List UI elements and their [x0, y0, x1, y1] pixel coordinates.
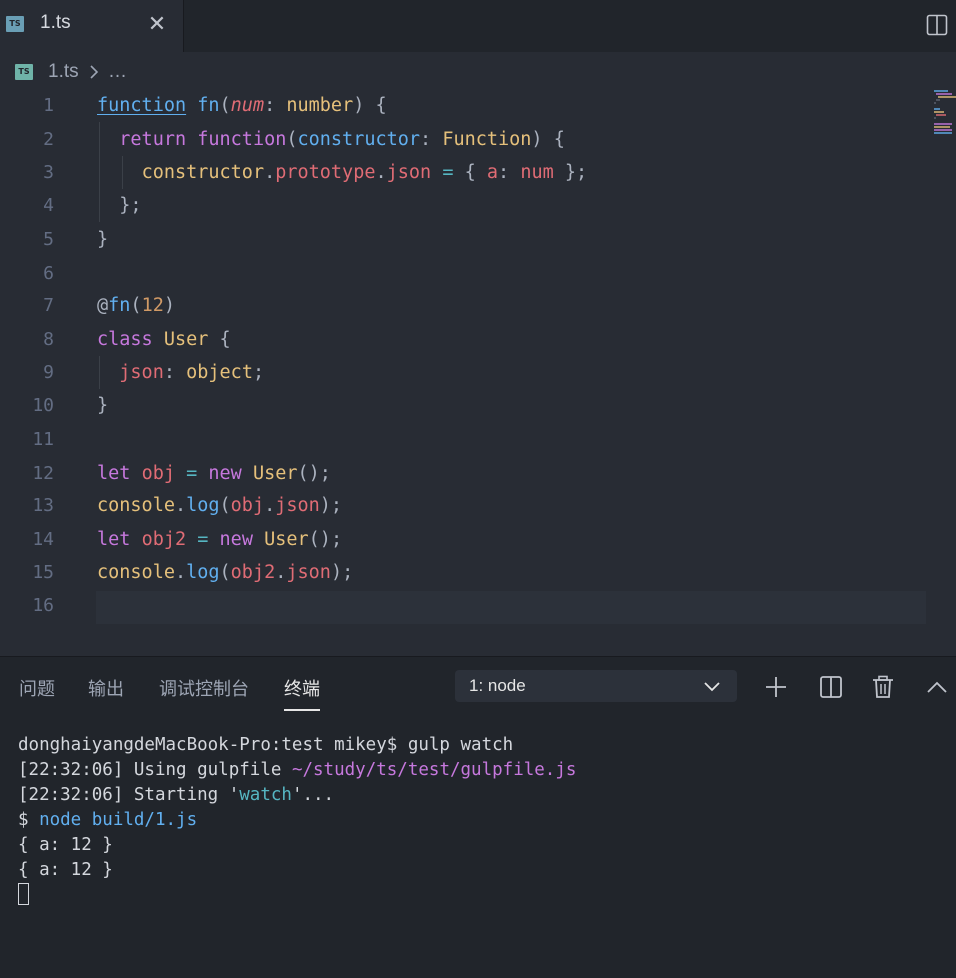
code-line: console.log(obj.json);: [97, 495, 343, 516]
code-text-area[interactable]: function fn(num: number) { return functi…: [97, 88, 927, 656]
code-line: json: object;: [119, 362, 265, 383]
breadcrumb-file[interactable]: 1.ts: [48, 61, 79, 83]
code-line: };: [97, 195, 142, 216]
add-terminal-icon[interactable]: [763, 674, 789, 700]
terminal-line: donghaiyangdeMacBook-Pro:test mikey$ gul…: [18, 735, 514, 755]
line-number: 7: [43, 295, 54, 316]
typescript-file-icon: TS: [15, 64, 33, 80]
terminal-line: { a: 12 }: [18, 835, 113, 855]
line-number: 8: [43, 329, 54, 350]
trash-icon[interactable]: [870, 674, 896, 700]
bottom-panel: 问题 输出 调试控制台 终端 1: node donghaiyangdeMacB…: [0, 656, 956, 978]
editor-tab-1ts[interactable]: TS 1.ts ✕: [0, 0, 184, 52]
code-line: console.log(obj2.json);: [97, 562, 354, 583]
line-number: 12: [32, 463, 54, 484]
code-line: }: [97, 395, 109, 416]
line-number: 11: [32, 429, 54, 450]
split-terminal-icon[interactable]: [818, 674, 844, 700]
editor-tab-bar: TS 1.ts ✕: [0, 0, 956, 52]
minimap[interactable]: [932, 90, 956, 150]
code-line: let obj = new User();: [97, 463, 331, 484]
breadcrumb-more[interactable]: …: [108, 61, 127, 83]
breadcrumb: TS 1.ts …: [0, 52, 956, 92]
chevron-right-icon: [90, 65, 99, 79]
chevron-down-icon: [704, 682, 720, 692]
line-number: 15: [32, 562, 54, 583]
maximize-panel-icon[interactable]: [924, 674, 950, 700]
tab-label: 1.ts: [40, 12, 71, 33]
tab-debug-console[interactable]: 调试控制台: [159, 675, 249, 701]
code-line: function fn(num: number) {: [97, 95, 387, 116]
terminal-cursor: [18, 883, 29, 905]
terminal-output[interactable]: donghaiyangdeMacBook-Pro:test mikey$ gul…: [18, 733, 938, 963]
line-number: 1: [43, 95, 54, 116]
line-number: 16: [32, 595, 54, 616]
tab-terminal[interactable]: 终端: [284, 675, 320, 701]
line-number: 9: [43, 362, 54, 383]
line-number: 2: [43, 129, 54, 150]
terminal-line: $ node build/1.js: [18, 810, 198, 830]
terminal-selector[interactable]: 1: node: [455, 670, 737, 702]
line-number: 5: [43, 229, 54, 250]
code-line: @fn(12): [97, 295, 175, 316]
terminal-line: { a: 12 }: [18, 860, 113, 880]
line-number: 3: [43, 162, 54, 183]
terminal-line: [22:32:06] Starting 'watch'...: [18, 785, 335, 805]
code-line: }: [97, 229, 109, 250]
split-editor-icon[interactable]: [926, 14, 948, 36]
terminal-selector-value: 1: node: [469, 676, 526, 695]
line-number: 10: [32, 395, 54, 416]
close-icon[interactable]: ✕: [146, 13, 168, 35]
line-number: 14: [32, 529, 54, 550]
code-editor[interactable]: 1 2 3 4 5 6 7 8 9 10 11 12 13 14 15 16 f…: [0, 88, 956, 656]
line-number: 13: [32, 495, 54, 516]
line-number-gutter: 1 2 3 4 5 6 7 8 9 10 11 12 13 14 15 16: [0, 88, 70, 656]
code-line: constructor.prototype.json = { a: num };: [141, 162, 588, 183]
code-line: class User {: [97, 329, 231, 350]
line-number: 6: [43, 263, 54, 284]
code-line: let obj2 = new User();: [97, 529, 343, 550]
tab-output[interactable]: 输出: [88, 675, 124, 701]
active-tab-indicator: [284, 709, 320, 711]
line-number: 4: [43, 195, 54, 216]
tab-problems[interactable]: 问题: [19, 675, 55, 701]
typescript-file-icon: TS: [6, 16, 24, 32]
code-line: return function(constructor: Function) {: [119, 129, 565, 150]
terminal-line: [22:32:06] Using gulpfile ~/study/ts/tes…: [18, 760, 577, 780]
